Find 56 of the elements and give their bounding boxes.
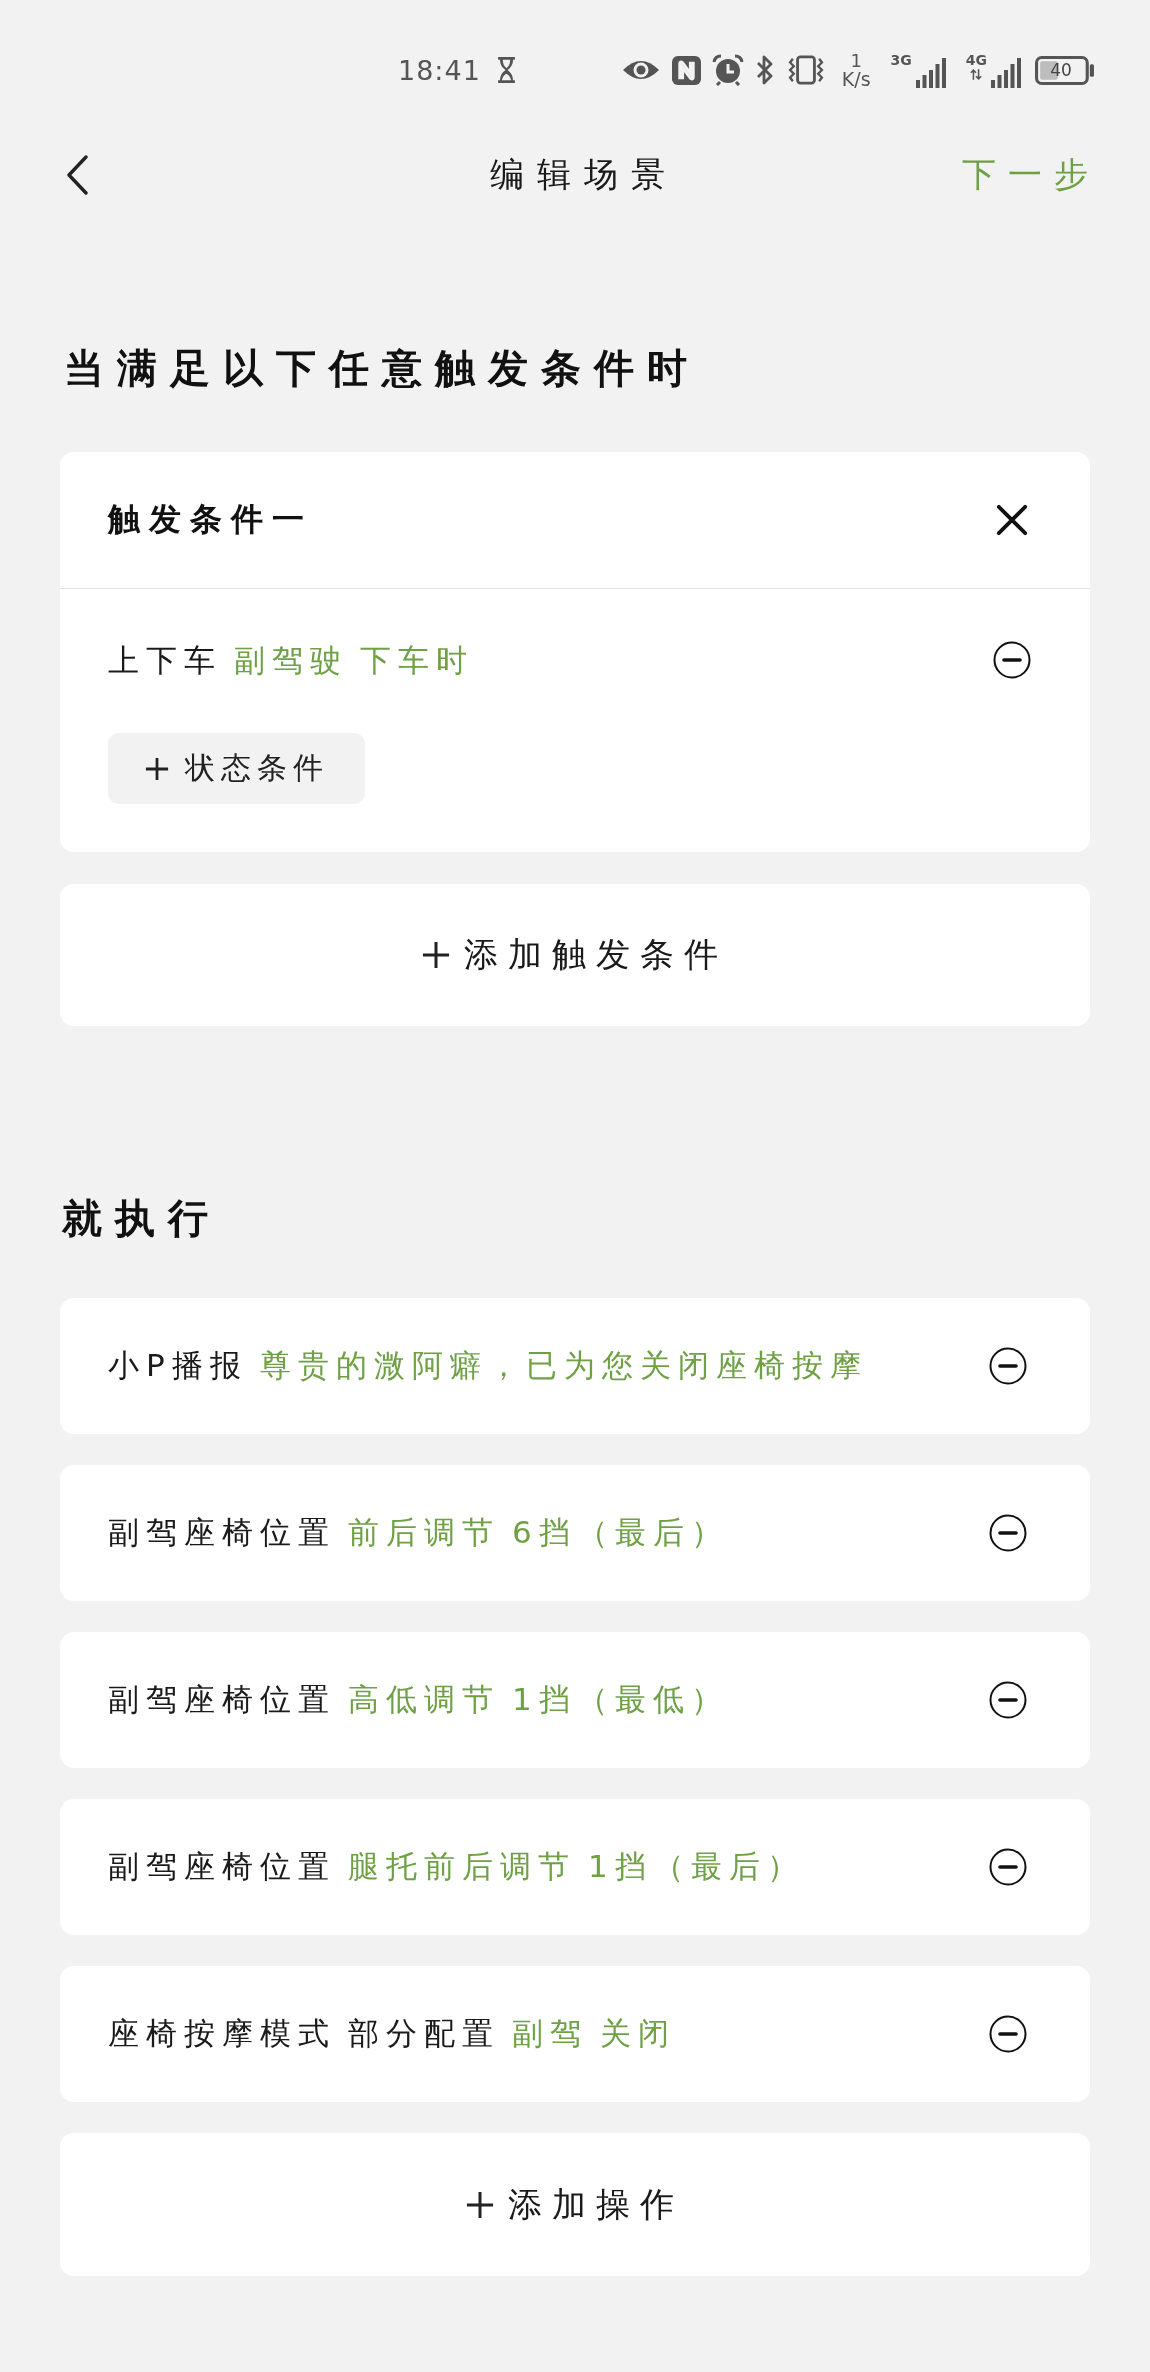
eye-icon bbox=[621, 58, 660, 82]
action-card[interactable]: 副驾座椅位置 腿托前后调节 1挡（最后） bbox=[60, 1799, 1090, 1935]
action-label: 副驾座椅位置 bbox=[108, 1513, 336, 1552]
action-value: 尊贵的溦阿癖，已为您关闭座椅按摩 bbox=[259, 1346, 868, 1385]
plus-icon bbox=[466, 2190, 494, 2219]
condition-value: 下车时 bbox=[360, 641, 474, 680]
battery-icon bbox=[1035, 55, 1096, 85]
minus-circle-icon[interactable] bbox=[993, 641, 1031, 679]
action-label: 座椅按摩模式 bbox=[108, 2014, 336, 2053]
network-speed-unit: K/s bbox=[841, 69, 871, 89]
network-speed-value: 1 bbox=[850, 51, 862, 70]
add-condition-button[interactable]: 状态条件 bbox=[108, 733, 365, 804]
action-card[interactable]: 副驾座椅位置 高低调节 1挡（最低） bbox=[60, 1632, 1090, 1768]
battery-percent-text: 40 bbox=[1050, 61, 1072, 79]
section-heading: 当满足以下任意触发条件时 bbox=[64, 344, 700, 393]
minus-circle-icon[interactable] bbox=[989, 1848, 1027, 1886]
alarm-clock-icon bbox=[711, 54, 744, 86]
action-value: 腿托前后调节 bbox=[348, 1847, 576, 1886]
action-card[interactable]: 小P播报 尊贵的溦阿癖，已为您关闭座椅按摩 bbox=[60, 1298, 1090, 1434]
back-icon[interactable] bbox=[66, 155, 88, 195]
page-title: 编辑场景 bbox=[489, 153, 678, 196]
action-label: 副驾座椅位置 bbox=[108, 1680, 336, 1719]
signal-icon bbox=[915, 57, 946, 88]
action-value: 副驾 bbox=[512, 2014, 588, 2053]
action-card[interactable]: 座椅按摩模式 部分配置 副驾 关闭 bbox=[60, 1966, 1090, 2102]
action-value: 关闭 bbox=[600, 2014, 676, 2053]
plus-icon bbox=[422, 941, 450, 969]
plus-icon bbox=[144, 756, 169, 781]
condition-value: 副驾驶 bbox=[234, 641, 348, 680]
minus-circle-icon[interactable] bbox=[989, 2015, 1027, 2053]
signal-icon bbox=[991, 57, 1022, 88]
close-icon[interactable] bbox=[996, 504, 1028, 536]
add-trigger-button[interactable]: 添加触发条件 bbox=[60, 884, 1090, 1026]
action-label: 副驾座椅位置 bbox=[108, 1847, 336, 1886]
minus-circle-icon[interactable] bbox=[989, 1681, 1027, 1719]
minus-circle-icon[interactable] bbox=[989, 1347, 1027, 1385]
action-card[interactable]: 副驾座椅位置 前后调节 6挡（最后） bbox=[60, 1465, 1090, 1601]
network-type-text: 4G bbox=[965, 52, 988, 67]
trigger-title: 触发条件一 bbox=[108, 499, 313, 540]
action-value: 前后调节 bbox=[348, 1513, 500, 1552]
data-arrows-icon bbox=[970, 68, 983, 80]
action-value: 1挡（最低） bbox=[512, 1680, 729, 1719]
action-label: 部分配置 bbox=[348, 2014, 500, 2053]
action-label: 小P播报 bbox=[108, 1346, 248, 1385]
action-value: 6挡（最后） bbox=[512, 1513, 729, 1552]
action-value: 高低调节 bbox=[348, 1680, 500, 1719]
section-heading: 就执行 bbox=[62, 1194, 221, 1243]
condition-label: 上下车 bbox=[108, 641, 222, 680]
minus-circle-icon[interactable] bbox=[989, 1514, 1027, 1552]
nfc-icon bbox=[671, 55, 701, 85]
network-type-text: 3G bbox=[890, 52, 912, 67]
status-time: 18:41 bbox=[398, 54, 481, 86]
hourglass-icon bbox=[496, 56, 516, 84]
action-value: 1挡（最后） bbox=[588, 1847, 805, 1886]
vibrate-icon bbox=[787, 55, 824, 85]
add-action-button[interactable]: 添加操作 bbox=[60, 2133, 1090, 2276]
